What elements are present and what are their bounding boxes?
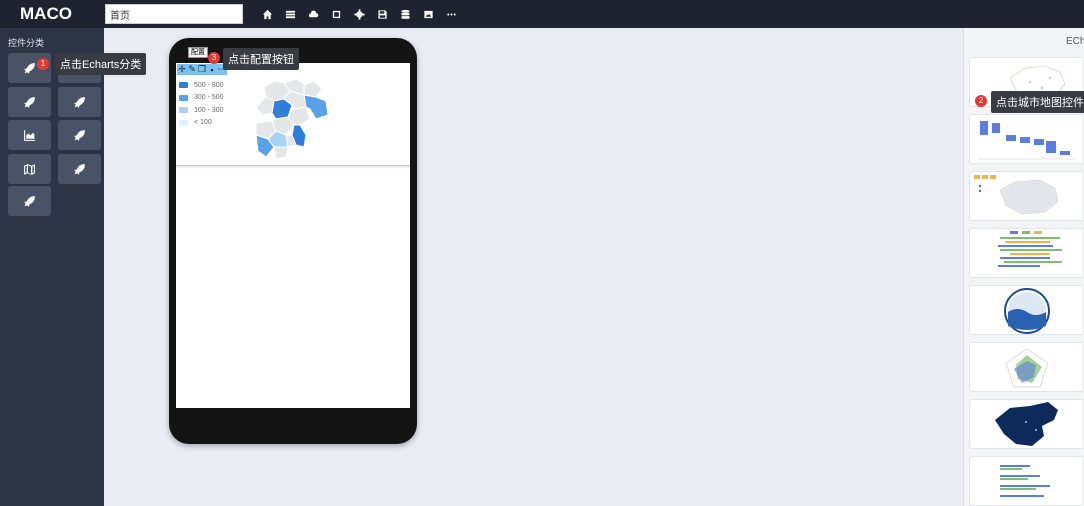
rocket-icon [74, 129, 85, 141]
china-scatter-map-thumb[interactable] [969, 171, 1084, 221]
legend-item: 300 - 500 [179, 92, 224, 105]
rocket-icon [24, 96, 35, 108]
database-icon[interactable] [395, 6, 415, 22]
category-button-6[interactable] [58, 120, 101, 150]
legend-swatch [179, 82, 188, 89]
category-map-button[interactable] [8, 154, 51, 184]
rocket-icon [24, 62, 35, 74]
config-widget-tag: 配置 [188, 47, 208, 58]
step3-badge: 3 [208, 52, 220, 64]
small-bar-thumb[interactable] [969, 456, 1084, 506]
legend-item: 100 - 300 [179, 104, 224, 117]
map-legend: 500 - 800 300 - 500 100 - 300 < 100 [179, 79, 224, 129]
category-button-8[interactable] [58, 154, 101, 184]
step3-tooltip: 点击配置按钮 [223, 48, 299, 70]
category-button-3[interactable] [8, 87, 51, 117]
legend-item: 500 - 800 [179, 79, 224, 92]
page-name-input[interactable] [105, 4, 243, 24]
cloud-icon[interactable] [303, 6, 323, 22]
liquid-fill-thumb[interactable] [969, 285, 1084, 335]
category-button-9[interactable] [8, 186, 51, 216]
panel-title: ECha [1066, 36, 1084, 47]
delete-icon[interactable]: ▪ [207, 64, 217, 75]
widget-toolbar: ✛ ✎ ❐ ▪ ⋯ [177, 64, 227, 75]
china-scatter-map-chart [974, 175, 1059, 215]
wrench-icon[interactable]: ✎ [187, 64, 197, 75]
save-icon[interactable] [372, 6, 392, 22]
gear-icon[interactable] [349, 6, 369, 22]
rocket-icon [74, 96, 85, 108]
step2-tooltip: 点击城市地图控件 [991, 91, 1084, 113]
step1-badge: 1 [37, 58, 49, 70]
legend-label: < 100 [194, 119, 212, 127]
step2-badge: 2 [975, 95, 987, 107]
rocket-icon [74, 163, 85, 175]
rocket-icon [24, 195, 35, 207]
legend-label: 500 - 800 [194, 81, 224, 89]
legend-swatch [179, 119, 188, 126]
home-icon[interactable] [257, 6, 277, 22]
move-icon[interactable]: ✛ [177, 64, 187, 75]
top-bar: MACO [0, 0, 1084, 28]
small-bar-chart [1000, 465, 1050, 497]
liquid-fill-chart [1004, 288, 1050, 334]
china-dark-map-chart [995, 402, 1058, 446]
legend-item: < 100 [179, 117, 224, 130]
step1-tooltip: 点击Echarts分类 [55, 53, 147, 75]
image-icon[interactable] [418, 6, 438, 22]
legend-swatch [179, 107, 188, 114]
bar-waterfall-chart [978, 121, 1075, 160]
category-button-4[interactable] [58, 87, 101, 117]
more-icon[interactable] [441, 6, 461, 22]
toolbar [257, 6, 464, 22]
radar-thumb[interactable] [969, 342, 1084, 392]
list-icon[interactable] [280, 6, 300, 22]
square-icon[interactable] [326, 6, 346, 22]
sidebar-title: 控件分类 [8, 38, 45, 48]
area-chart-icon [24, 129, 35, 141]
app-logo: MACO [20, 4, 72, 23]
legend-label: 300 - 500 [194, 94, 224, 102]
map-icon [24, 163, 35, 175]
radar-chart [1005, 348, 1049, 388]
copy-icon[interactable]: ❐ [197, 64, 207, 75]
horizontal-bar-chart [998, 231, 1062, 267]
china-dark-map-thumb[interactable] [969, 399, 1084, 449]
legend-label: 100 - 300 [194, 106, 224, 114]
category-area-chart-button[interactable] [8, 120, 51, 150]
horizontal-bar-thumb[interactable] [969, 228, 1084, 278]
legend-swatch [179, 94, 188, 101]
bar-waterfall-thumb[interactable] [969, 114, 1084, 164]
